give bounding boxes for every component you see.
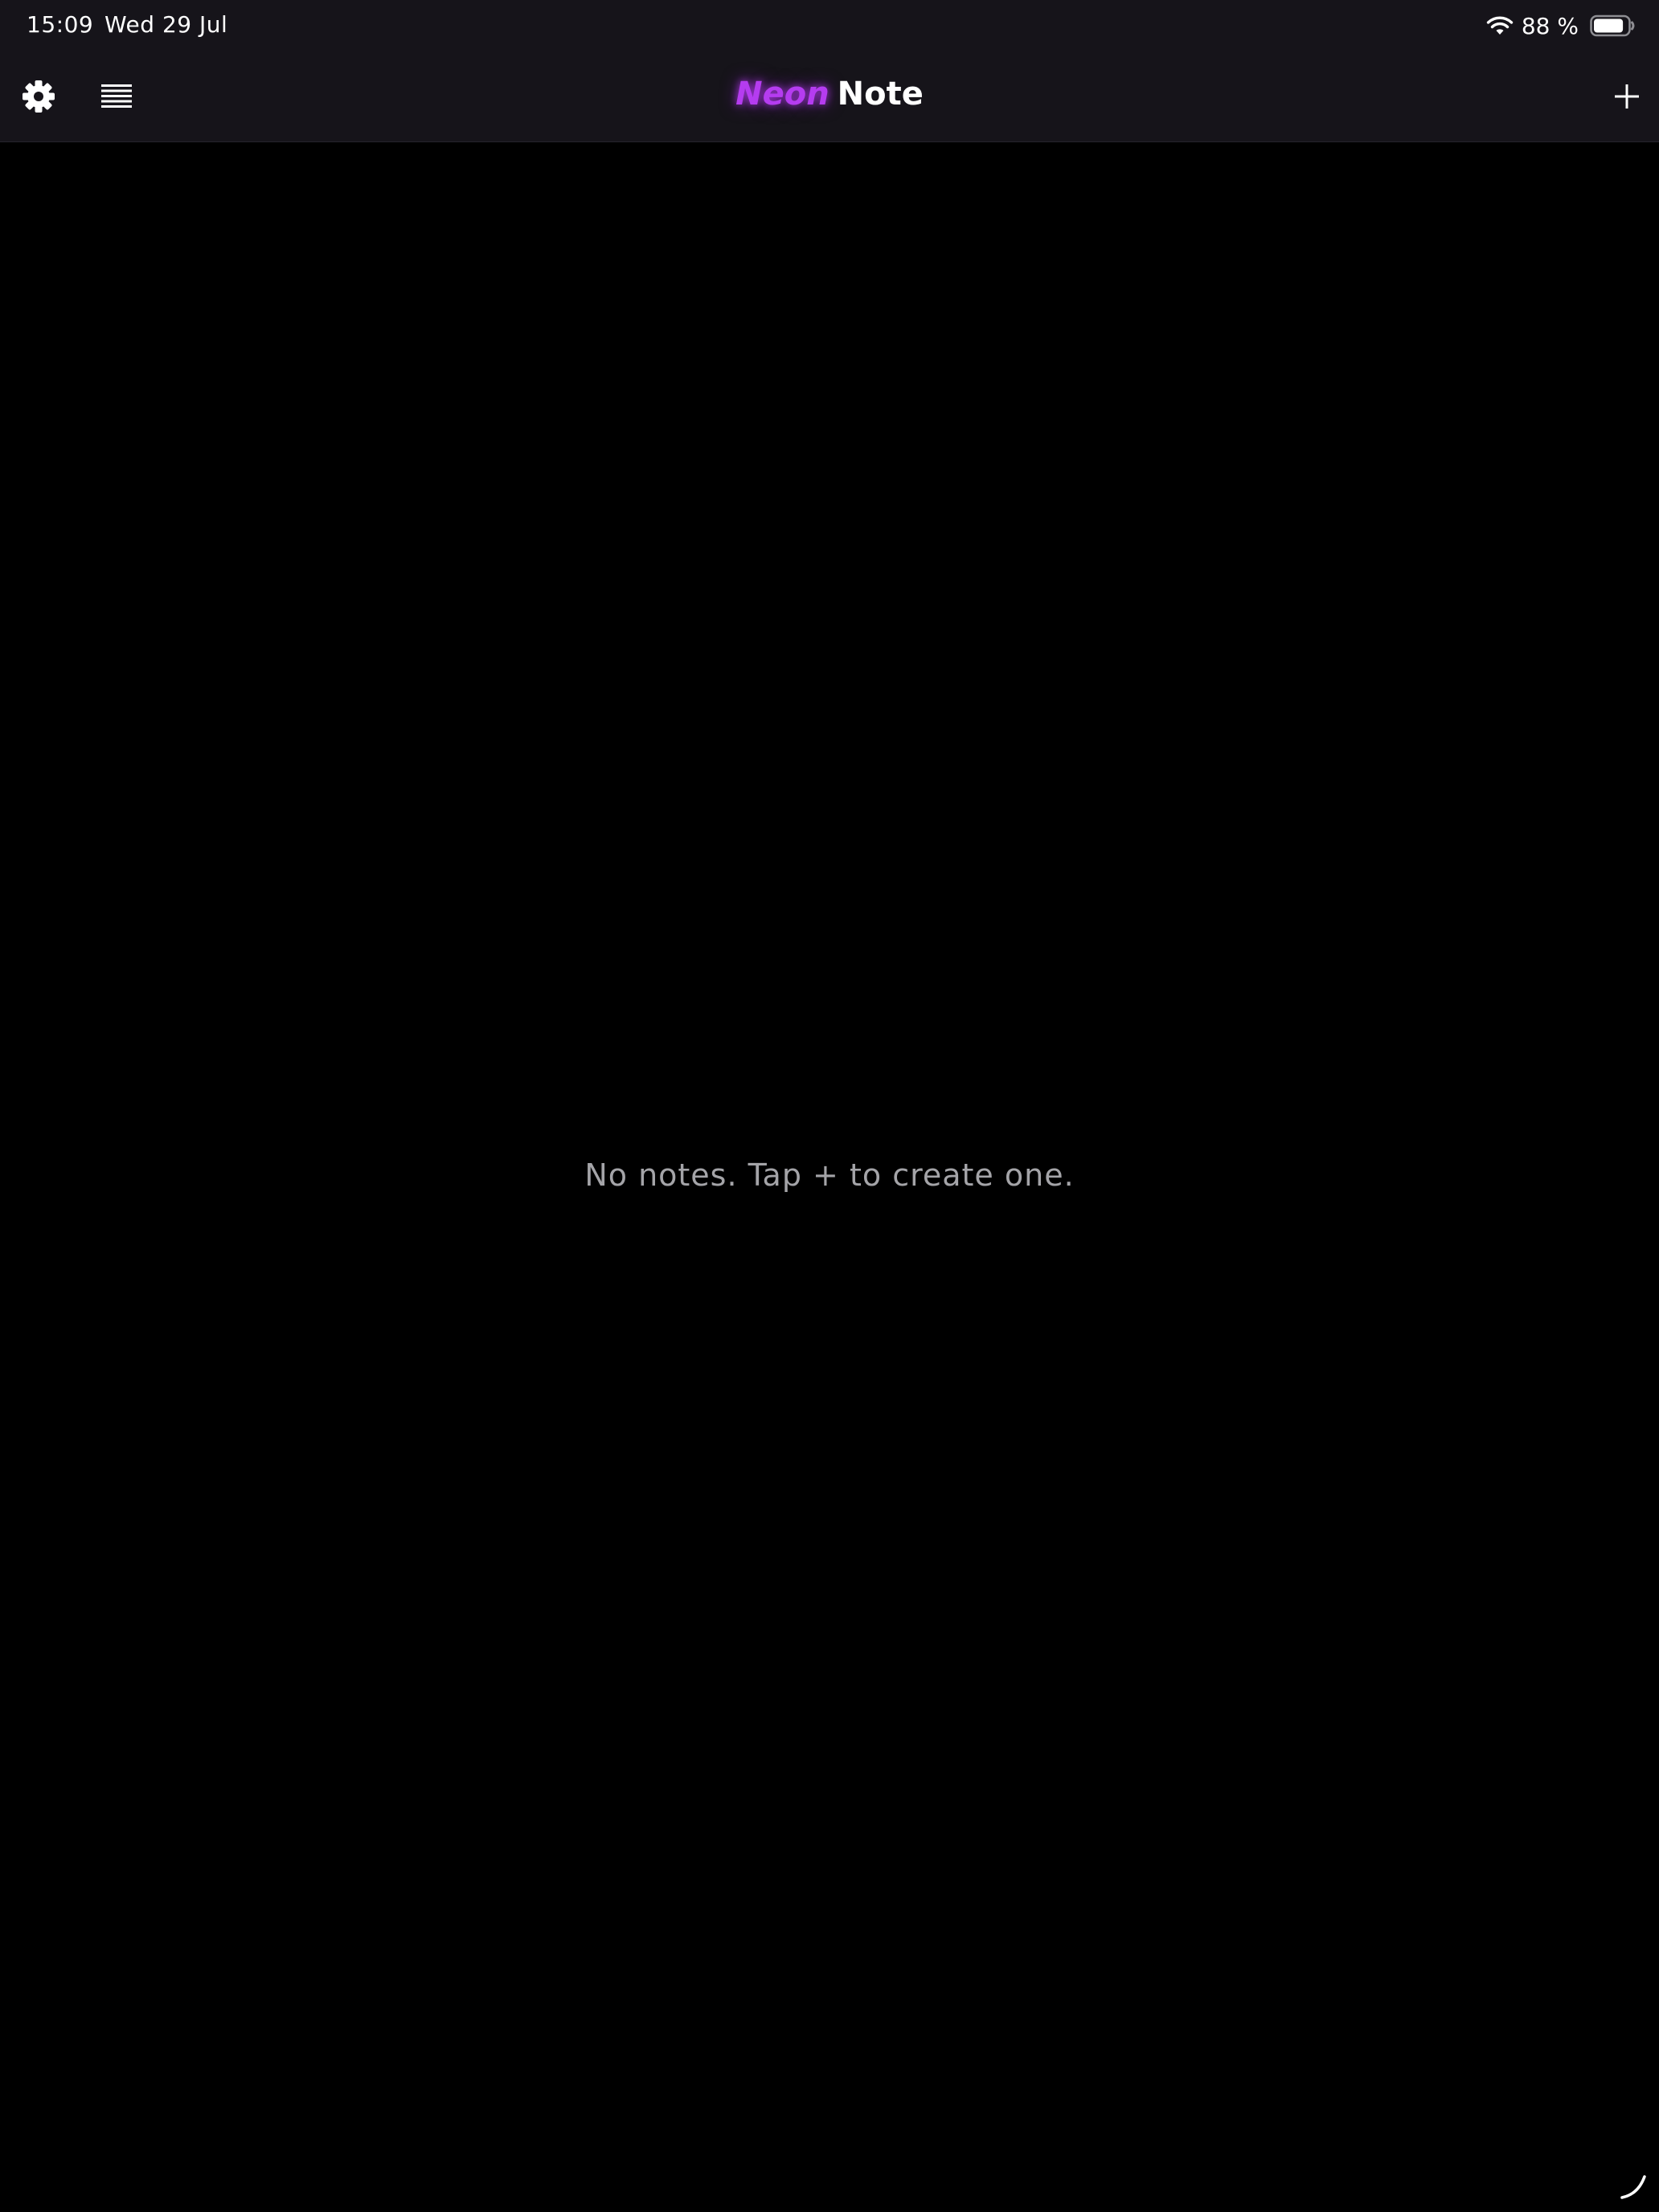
status-date: Wed 29 Jul (104, 11, 228, 38)
status-bar: 15:09 Wed 29 Jul 88 % (0, 0, 1659, 51)
status-indicators: 88 % (1486, 10, 1635, 42)
resize-handle-icon[interactable] (1619, 2172, 1648, 2201)
empty-state-message: No notes. Tap + to create one. (584, 1157, 1075, 1193)
app-screen: 15:09 Wed 29 Jul 88 % Neon Note No notes… (0, 0, 1659, 2212)
add-note-button[interactable] (1603, 72, 1651, 121)
status-time: 15:09 (27, 11, 94, 38)
navigation-bar: Neon Note (0, 51, 1659, 141)
app-title-main: Note (837, 76, 924, 113)
app-title: Neon Note (0, 76, 1659, 113)
battery-icon (1590, 14, 1635, 37)
top-chrome: 15:09 Wed 29 Jul 88 % Neon Note (0, 0, 1659, 142)
app-title-accent: Neon (735, 76, 830, 113)
plus-icon (1615, 84, 1639, 109)
wifi-icon (1486, 16, 1514, 35)
battery-percent: 88 % (1521, 12, 1579, 39)
